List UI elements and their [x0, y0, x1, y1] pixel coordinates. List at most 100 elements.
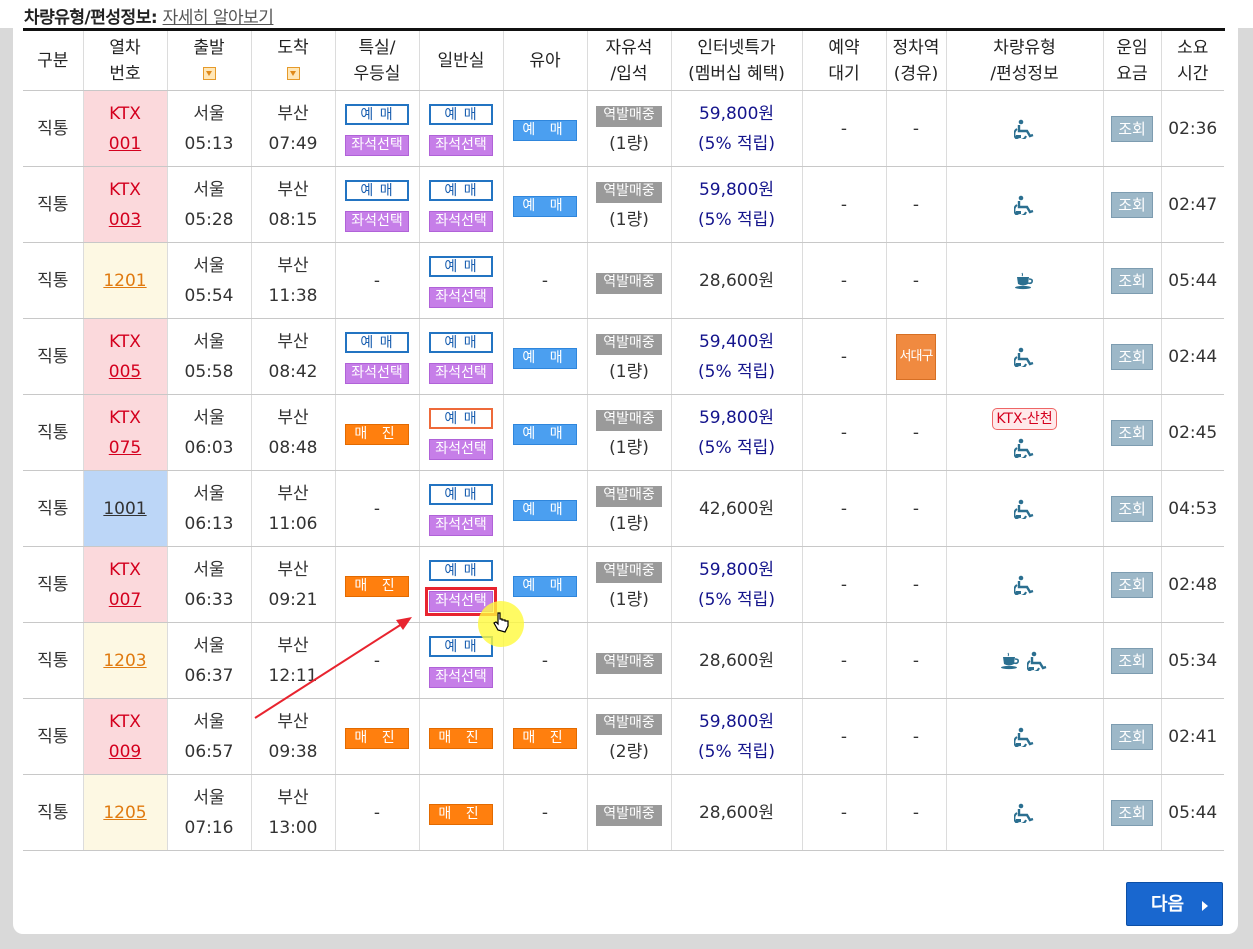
infant-reserve-button[interactable]: 예 매: [513, 347, 577, 369]
dash: -: [541, 802, 549, 823]
wheelchair-icon: [1027, 651, 1047, 671]
infant-reserve-button[interactable]: 예 매: [513, 195, 577, 217]
train-number[interactable]: 007: [84, 585, 167, 615]
infant-reserve-button[interactable]: 예 매: [513, 423, 577, 445]
train-number[interactable]: 009: [84, 737, 167, 767]
cell-fare: 조회: [1102, 622, 1161, 699]
special-reserve-button[interactable]: 예 매: [345, 103, 409, 125]
general-seat-select-button[interactable]: 좌석선택: [429, 438, 493, 460]
train-number-link[interactable]: KTX 007: [84, 555, 167, 615]
train-type-label: 직통: [37, 498, 69, 519]
train-number-link[interactable]: 1203: [103, 651, 146, 671]
general-reserve-button[interactable]: 예 매: [429, 559, 493, 581]
train-class-label: KTX: [109, 559, 141, 580]
fare-query-button[interactable]: 조회: [1111, 115, 1153, 142]
train-number[interactable]: 075: [84, 433, 167, 463]
infant-reserve-button[interactable]: 예 매: [513, 119, 577, 141]
general-reserve-button[interactable]: 예 매: [429, 179, 493, 201]
fare-query-button[interactable]: 조회: [1111, 343, 1153, 370]
station-sale-badge: 역발매중: [596, 409, 662, 431]
train-number-link[interactable]: KTX 009: [84, 707, 167, 767]
general-seat-select-button[interactable]: 좌석선택: [429, 210, 493, 232]
cell-special: -: [334, 470, 419, 547]
general-reserve-button[interactable]: 예 매: [429, 407, 493, 429]
col-header-label: /입석: [610, 63, 648, 84]
vehicle-info-link[interactable]: 자세히 알아보기: [163, 8, 274, 28]
station-sale-badge: 역발매중: [596, 181, 662, 203]
cell-special: -: [334, 774, 419, 851]
general-reserve-button[interactable]: 예 매: [429, 255, 493, 277]
general-seat-select-button[interactable]: 좌석선택: [429, 134, 493, 156]
next-button[interactable]: 다음: [1126, 882, 1223, 926]
train-number[interactable]: 003: [84, 205, 167, 235]
wheelchair-icon: [1013, 575, 1033, 595]
infant-reserve-button[interactable]: 예 매: [513, 499, 577, 521]
cell-vehicle: [945, 698, 1103, 775]
train-number-link[interactable]: KTX 001: [84, 99, 167, 159]
train-number[interactable]: 005: [84, 357, 167, 387]
vehicle-info-title: 차량유형/편성정보: 자세히 알아보기: [24, 8, 274, 28]
cell-free-seat: 역발매중 (1량): [586, 166, 671, 243]
cell-arrival: 부산 08:48: [250, 394, 335, 471]
stop-value: -: [912, 726, 920, 747]
stop-value: -: [912, 802, 920, 823]
cell-train-number: KTX 009: [82, 698, 167, 775]
cell-vehicle: [945, 242, 1103, 319]
cell-train-number: KTX 003: [82, 166, 167, 243]
general-seat-select-button[interactable]: 좌석선택: [429, 514, 493, 536]
infant-reserve-button[interactable]: 예 매: [513, 575, 577, 597]
col-header-label: (멤버십 혜택): [688, 63, 785, 84]
cell-fare: 조회: [1102, 394, 1161, 471]
fare-query-button[interactable]: 조회: [1111, 647, 1153, 674]
fare-query-button[interactable]: 조회: [1111, 267, 1153, 294]
travel-duration: 05:44: [1168, 802, 1218, 823]
train-number-link[interactable]: KTX 003: [84, 175, 167, 235]
general-seat-select-button[interactable]: 좌석선택: [429, 666, 493, 688]
train-number-link[interactable]: KTX 075: [84, 403, 167, 463]
cell-special: -: [334, 242, 419, 319]
cell-infant: 매 진: [502, 698, 587, 775]
departure-time: 06:33: [184, 589, 234, 610]
train-number-link[interactable]: KTX 005: [84, 327, 167, 387]
general-seat-select-button[interactable]: 좌석선택: [429, 362, 493, 384]
special-seat-select-button[interactable]: 좌석선택: [345, 134, 409, 156]
fare-query-button[interactable]: 조회: [1111, 799, 1153, 826]
cell-stop: 서대구: [885, 318, 946, 395]
fare-query-button[interactable]: 조회: [1111, 419, 1153, 446]
train-number[interactable]: 001: [84, 129, 167, 159]
cell-general: 예 매좌석선택: [418, 166, 503, 243]
general-reserve-button[interactable]: 예 매: [429, 331, 493, 353]
fare-query-button[interactable]: 조회: [1111, 495, 1153, 522]
sort-icon[interactable]: [202, 67, 216, 80]
general-soldout-badge: 매 진: [429, 727, 493, 749]
fare-query-button[interactable]: 조회: [1111, 191, 1153, 218]
general-seat-select-button[interactable]: 좌석선택: [429, 286, 493, 308]
fare-query-button[interactable]: 조회: [1111, 571, 1153, 598]
train-number-link[interactable]: 1205: [103, 803, 146, 823]
cell-waitlist: -: [801, 242, 886, 319]
cell-waitlist: -: [801, 470, 886, 547]
travel-duration: 02:45: [1168, 422, 1218, 443]
general-reserve-button[interactable]: 예 매: [429, 483, 493, 505]
free-seat-cars: (1량): [609, 133, 649, 154]
arrival-station: 부산: [277, 103, 309, 124]
cell-type: 직통: [23, 318, 83, 395]
special-reserve-button[interactable]: 예 매: [345, 179, 409, 201]
waitlist-value: -: [840, 118, 848, 139]
sort-icon[interactable]: [286, 67, 300, 80]
cell-stop: -: [885, 546, 946, 623]
cell-vehicle: KTX-산천: [945, 394, 1103, 471]
special-reserve-button[interactable]: 예 매: [345, 331, 409, 353]
fare-query-button[interactable]: 조회: [1111, 723, 1153, 750]
arrival-time: 07:49: [268, 133, 318, 154]
cell-type: 직통: [23, 698, 83, 775]
stop-station-button[interactable]: 서대구: [896, 333, 936, 380]
arrival-time: 13:00: [268, 817, 318, 838]
train-number-link[interactable]: 1001: [103, 499, 146, 519]
train-number-link[interactable]: 1201: [103, 271, 146, 291]
special-seat-select-button[interactable]: 좌석선택: [345, 362, 409, 384]
cell-duration: 05:44: [1160, 774, 1224, 851]
special-seat-select-button[interactable]: 좌석선택: [345, 210, 409, 232]
cell-price: 28,600원: [670, 242, 802, 319]
general-reserve-button[interactable]: 예 매: [429, 103, 493, 125]
